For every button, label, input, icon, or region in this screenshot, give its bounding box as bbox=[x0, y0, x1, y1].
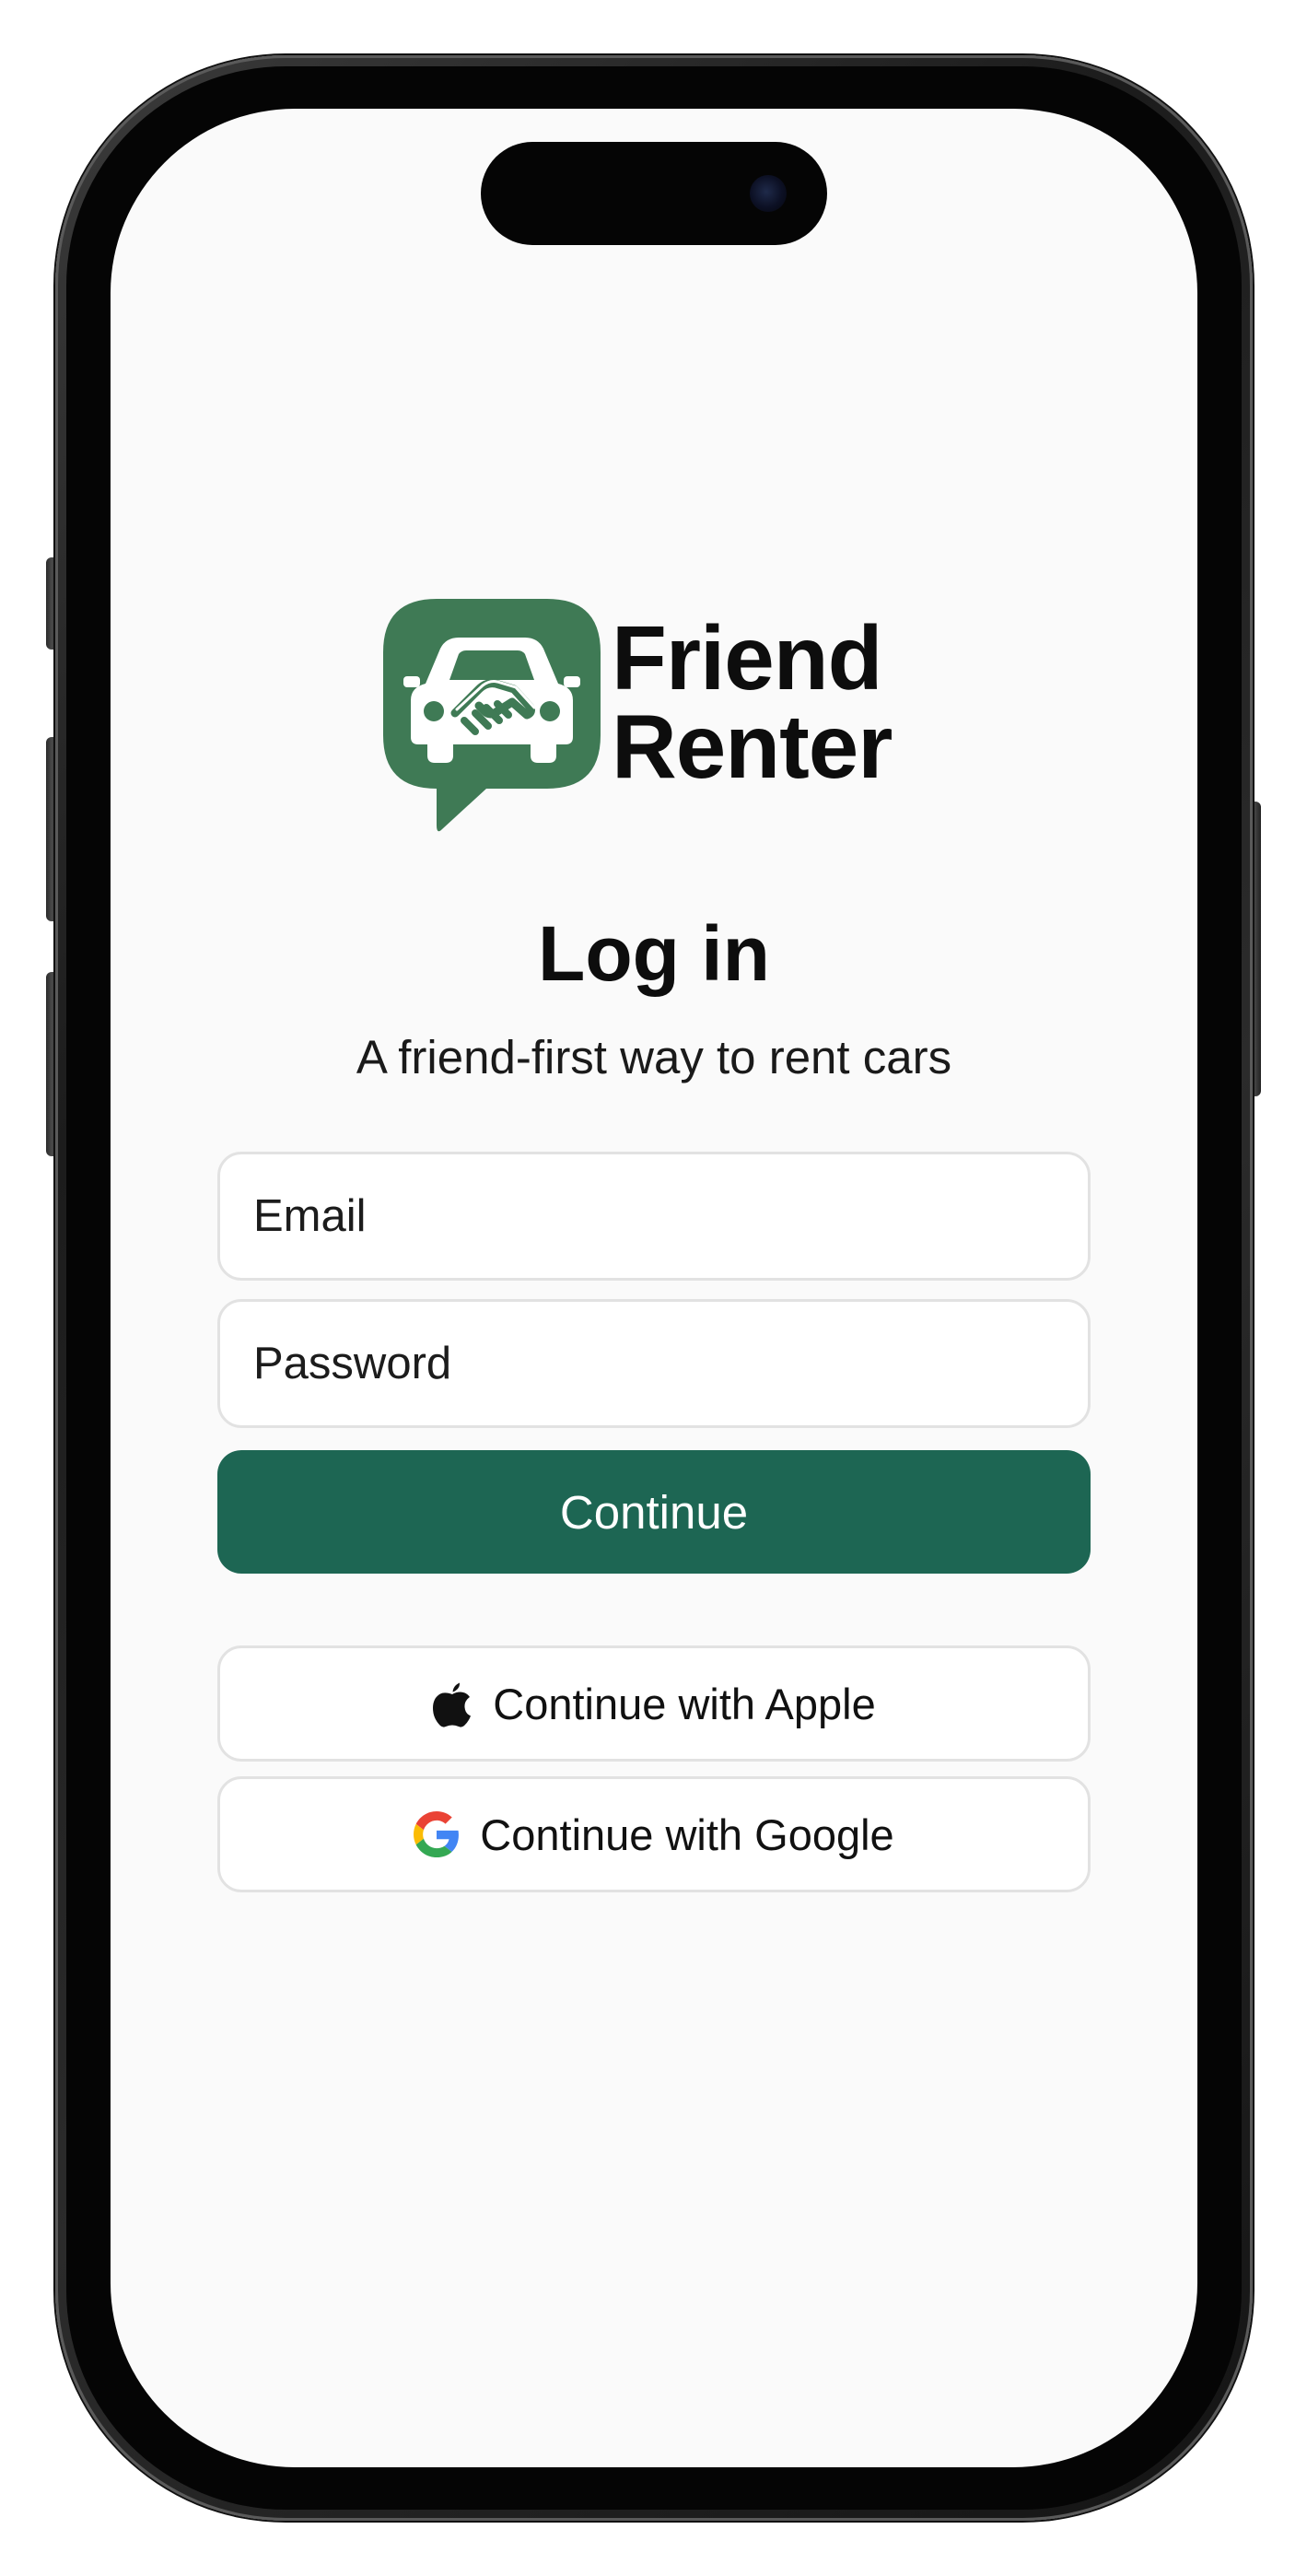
page-title: Log in bbox=[538, 910, 770, 997]
dynamic-island bbox=[481, 142, 827, 245]
password-field[interactable] bbox=[217, 1299, 1091, 1428]
apple-button-label: Continue with Apple bbox=[493, 1679, 876, 1728]
page-subtitle: A friend-first way to rent cars bbox=[356, 1031, 952, 1083]
app-logo: Friend Renter bbox=[383, 599, 936, 838]
brand-line-1: Friend bbox=[612, 607, 882, 708]
device-mockup: Friend Renter Log in A friend-first way … bbox=[0, 0, 1307, 2576]
front-camera bbox=[750, 175, 787, 212]
continue-button[interactable]: Continue bbox=[217, 1450, 1091, 1574]
continue-button-label: Continue bbox=[559, 1485, 749, 1539]
continue-with-apple-button[interactable]: Continue with Apple bbox=[217, 1645, 1091, 1762]
car-handshake-icon bbox=[383, 599, 601, 832]
google-icon bbox=[414, 1811, 460, 1857]
brand-wordmark: Friend Renter bbox=[612, 607, 893, 797]
screen bbox=[111, 109, 1197, 2467]
continue-with-google-button[interactable]: Continue with Google bbox=[217, 1776, 1091, 1892]
brand-line-2: Renter bbox=[612, 696, 893, 797]
apple-icon bbox=[433, 1682, 472, 1727]
google-button-label: Continue with Google bbox=[480, 1809, 894, 1859]
email-field[interactable] bbox=[217, 1152, 1091, 1281]
